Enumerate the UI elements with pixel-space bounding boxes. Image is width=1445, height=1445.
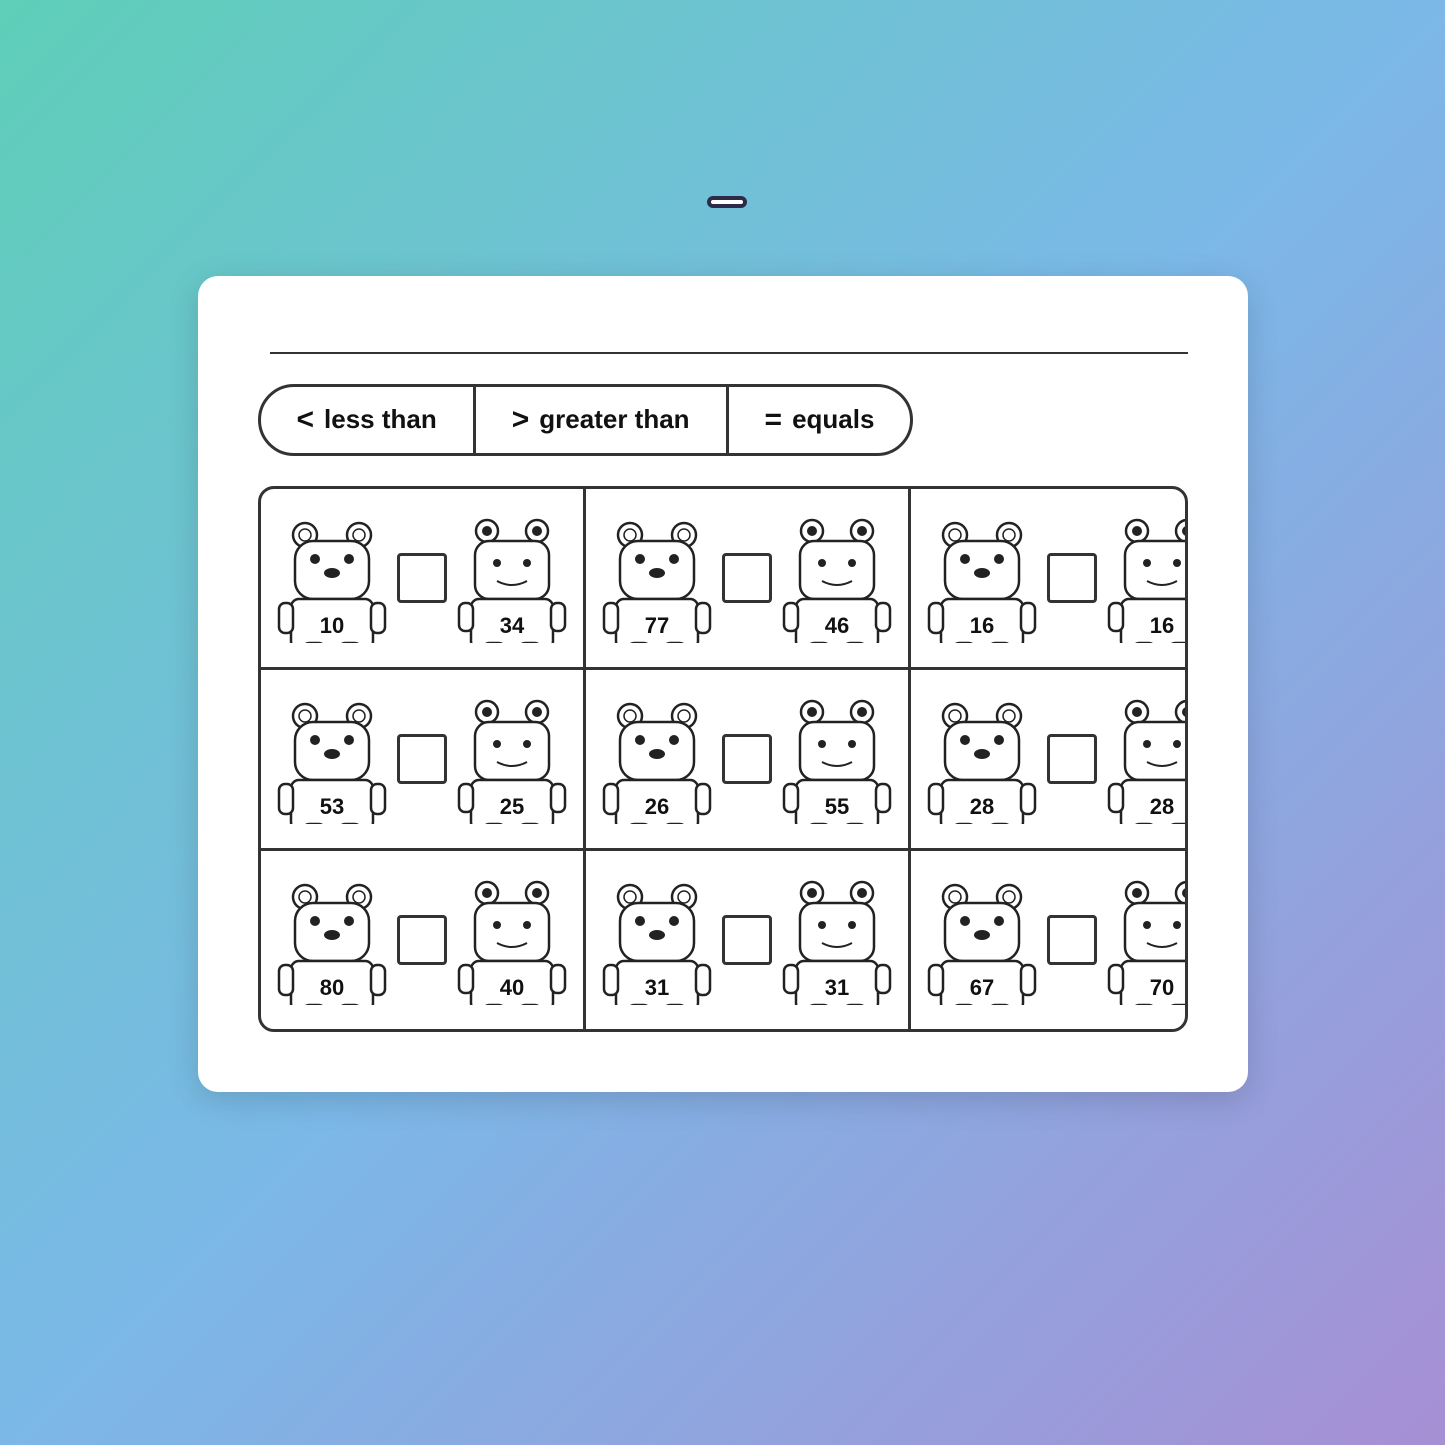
frog-robot: 70 (1107, 875, 1188, 1005)
svg-text:67: 67 (969, 975, 993, 1000)
answer-box[interactable] (397, 915, 447, 965)
bear-robot: 80 (277, 875, 387, 1005)
grid-cell-0-0: 10 34 (261, 489, 586, 667)
svg-text:53: 53 (319, 794, 343, 819)
grid-row-2: 80 40 (261, 851, 1185, 1029)
equals-symbol: = (765, 403, 783, 437)
frog-robot: 16 (1107, 513, 1188, 643)
frog-robot: 28 (1107, 694, 1188, 824)
svg-text:28: 28 (969, 794, 993, 819)
answer-box[interactable] (722, 553, 772, 603)
header-line2 (699, 144, 747, 224)
greater-than-label: greater than (539, 404, 689, 435)
svg-text:25: 25 (499, 794, 523, 819)
grid-row-1: 53 25 (261, 670, 1185, 851)
svg-text:26: 26 (644, 794, 668, 819)
greater-than-symbol: > (512, 403, 530, 437)
bear-robot: 67 (927, 875, 1037, 1005)
bear-robot: 10 (277, 513, 387, 643)
grid-cell-2-1: 31 31 (586, 851, 911, 1029)
bear-robot: 28 (927, 694, 1037, 824)
answer-box[interactable] (1047, 734, 1097, 784)
bear-robot: 77 (602, 513, 712, 643)
svg-text:34: 34 (499, 613, 524, 638)
bear-robot: 53 (277, 694, 387, 824)
grid-cell-0-2: 16 16 (911, 489, 1188, 667)
equals-label: equals (792, 404, 874, 435)
svg-text:31: 31 (644, 975, 668, 1000)
page-header (659, 0, 787, 266)
svg-text:77: 77 (644, 613, 668, 638)
svg-text:55: 55 (824, 794, 848, 819)
frog-robot: 46 (782, 513, 892, 643)
legend-bar: < less than > greater than = equals (258, 384, 914, 456)
legend-equals: = equals (729, 387, 911, 453)
name-input-line (270, 326, 1188, 354)
svg-text:31: 31 (824, 975, 848, 1000)
answer-box[interactable] (397, 553, 447, 603)
grid-cell-2-0: 80 40 (261, 851, 586, 1029)
svg-text:46: 46 (824, 613, 848, 638)
svg-text:40: 40 (499, 975, 523, 1000)
grid-cell-0-1: 77 46 (586, 489, 911, 667)
header-title (699, 60, 747, 226)
frog-robot: 55 (782, 694, 892, 824)
legend-greater-than: > greater than (476, 387, 729, 453)
svg-text:16: 16 (969, 613, 993, 638)
legend-less-than: < less than (261, 387, 476, 453)
answer-box[interactable] (722, 915, 772, 965)
frog-robot: 31 (782, 875, 892, 1005)
svg-text:16: 16 (1149, 613, 1173, 638)
grid-cell-2-2: 67 70 (911, 851, 1188, 1029)
frog-robot: 34 (457, 513, 567, 643)
name-line (258, 326, 1188, 354)
grid-cell-1-2: 28 28 (911, 670, 1188, 848)
comparison-grid: 10 34 (258, 486, 1188, 1032)
grid-cell-1-0: 53 25 (261, 670, 586, 848)
grid-row-0: 10 34 (261, 489, 1185, 670)
frog-robot: 25 (457, 694, 567, 824)
worksheet: < less than > greater than = equals (198, 276, 1248, 1092)
svg-text:28: 28 (1149, 794, 1173, 819)
svg-text:10: 10 (319, 613, 343, 638)
grid-cell-1-1: 26 55 (586, 670, 911, 848)
less-than-label: less than (324, 404, 437, 435)
symbols-box (707, 196, 747, 208)
answer-box[interactable] (1047, 915, 1097, 965)
bear-robot: 26 (602, 694, 712, 824)
less-than-symbol: < (297, 403, 315, 437)
svg-text:80: 80 (319, 975, 343, 1000)
frog-robot: 40 (457, 875, 567, 1005)
answer-box[interactable] (722, 734, 772, 784)
bear-robot: 31 (602, 875, 712, 1005)
answer-box[interactable] (397, 734, 447, 784)
svg-text:70: 70 (1149, 975, 1173, 1000)
answer-box[interactable] (1047, 553, 1097, 603)
bear-robot: 16 (927, 513, 1037, 643)
